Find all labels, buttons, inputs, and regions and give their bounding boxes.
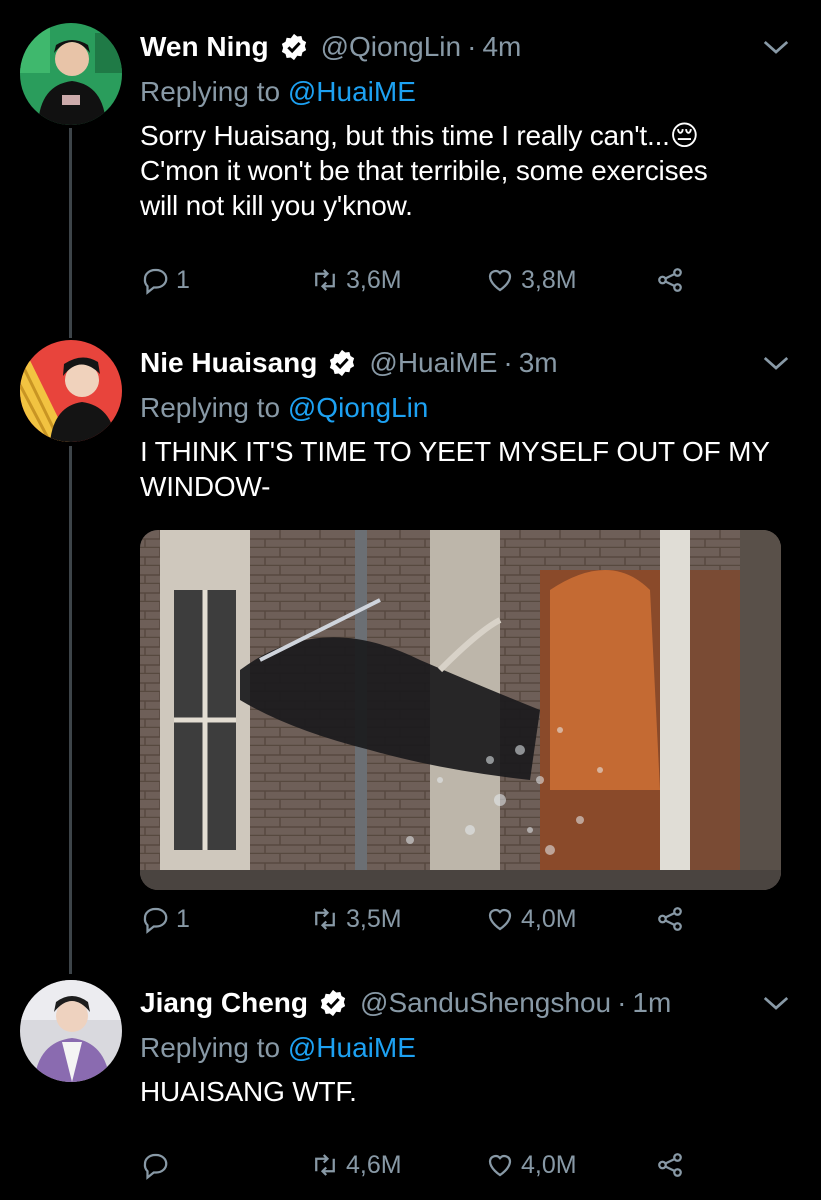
tweet-text: HUAISANG WTF. <box>140 1074 791 1109</box>
like-count: 4,0M <box>521 1150 577 1179</box>
tweet-time[interactable]: 1m <box>632 987 671 1019</box>
replying-to: Replying to @HuaiME <box>140 1026 791 1070</box>
tweet[interactable]: Jiang Cheng @SanduShengshou · 1m Replyin… <box>0 0 821 1200</box>
like-icon <box>488 1154 512 1177</box>
like-button[interactable]: 4,0M <box>485 1150 577 1180</box>
avatar[interactable] <box>20 980 122 1082</box>
retweet-button[interactable]: 4,6M <box>310 1150 402 1180</box>
share-icon <box>658 1153 682 1177</box>
reply-icon <box>143 1153 168 1180</box>
share-button[interactable] <box>655 1150 685 1180</box>
chevron-down-icon[interactable] <box>761 988 791 1018</box>
reply-mention-link[interactable]: @HuaiME <box>288 1032 416 1063</box>
tweet-text-line: HUAISANG WTF. <box>140 1076 357 1107</box>
author-name[interactable]: Jiang Cheng <box>140 987 308 1019</box>
dot-separator: · <box>617 987 627 1018</box>
replying-prefix: Replying to <box>140 1032 281 1063</box>
retweet-count: 4,6M <box>346 1150 402 1179</box>
retweet-icon <box>315 1154 335 1176</box>
reply-button[interactable] <box>140 1150 176 1180</box>
author-handle[interactable]: @SanduShengshou <box>360 987 611 1019</box>
verified-badge-icon <box>320 989 346 1017</box>
